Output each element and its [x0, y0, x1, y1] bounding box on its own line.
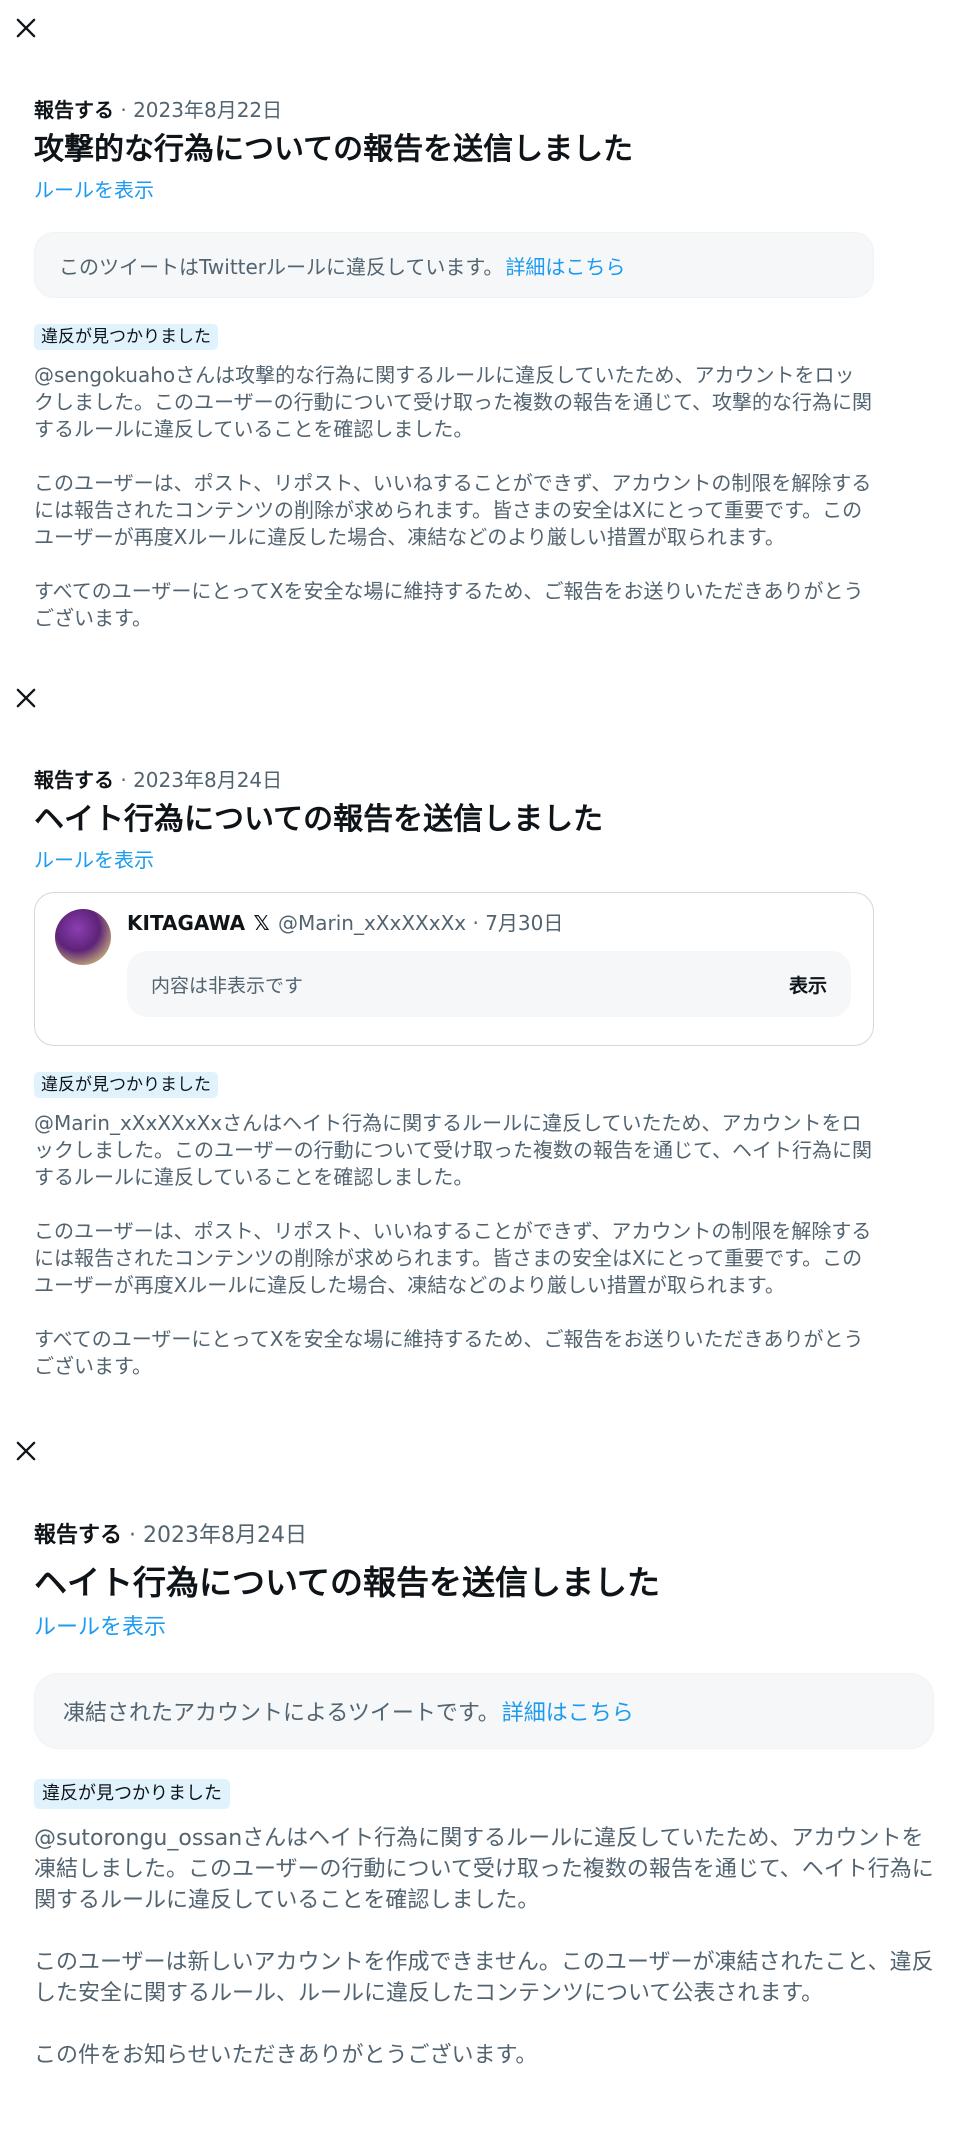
result-paragraph: @sengokuahoさんは攻撃的な行為に関するルールに違反していたため、アカウ…	[34, 363, 872, 441]
result-paragraph: すべてのユーザーにとってXを安全な場に維持するため、ご報告をお送りいただきありが…	[34, 1327, 864, 1378]
tweet-header: KITAGAWA 𝕏 @Marin_xXxXXxXx · 7月30日	[127, 909, 563, 937]
result-paragraph: @sutorongu_ossanさんはヘイト行為に関するルールに違反していたため…	[34, 1826, 934, 1913]
hidden-content-text: 内容は非表示です	[151, 974, 304, 997]
report-label: 報告する	[34, 768, 114, 792]
tweet-date: · 7月30日	[472, 911, 564, 935]
report-meta: 報告する · 2023年8月24日	[34, 1521, 934, 1551]
violation-badge: 違反が見つかりました	[34, 324, 218, 350]
close-icon[interactable]	[12, 1437, 40, 1465]
violation-badge: 違反が見つかりました	[34, 1072, 218, 1098]
view-rules-link[interactable]: ルールを表示	[34, 176, 874, 204]
hidden-content-box: 内容は非表示です 表示	[127, 951, 851, 1017]
notice-text: 凍結されたアカウントによるツイートです。	[63, 1701, 500, 1726]
tweet-notice: このツイートはTwitterルールに違反しています。 詳細はこちら	[34, 232, 874, 298]
report-date: · 2023年8月24日	[120, 768, 283, 792]
view-rules-link[interactable]: ルールを表示	[34, 846, 874, 874]
view-rules-link[interactable]: ルールを表示	[34, 1613, 934, 1643]
report-title: ヘイト行為についての報告を送信しました	[34, 802, 604, 837]
result-paragraph: このユーザーは、ポスト、リポスト、いいねすることができず、アカウントの制限を解除…	[34, 471, 872, 549]
report-date: · 2023年8月22日	[120, 98, 283, 122]
violation-badge: 違反が見つかりました	[34, 1779, 230, 1809]
report-date: · 2023年8月24日	[129, 1523, 307, 1548]
learn-more-link[interactable]: 詳細はこちら	[505, 251, 625, 280]
report-title: 攻撃的な行為についての報告を送信しました	[34, 132, 634, 167]
result-paragraph: この件をお知らせいただきありがとうございます。	[34, 2043, 538, 2068]
tweet-author-handle[interactable]: @Marin_xXxXXxXx	[278, 911, 466, 935]
report-content: 報告する · 2023年8月24日 ヘイト行為についての報告を送信しました ルー…	[34, 1521, 934, 2071]
report-title: ヘイト行為についての報告を送信しました	[34, 1563, 661, 1602]
report-label: 報告する	[34, 1523, 123, 1548]
report-label: 報告する	[34, 98, 114, 122]
result-paragraph: このユーザーは新しいアカウントを作成できません。このユーザーが凍結されたこと、違…	[34, 1950, 934, 2006]
close-icon[interactable]	[12, 14, 40, 42]
notice-text: このツイートはTwitterルールに違反しています。	[59, 254, 504, 279]
result-paragraph: すべてのユーザーにとってXを安全な場に維持するため、ご報告をお送りいただきありが…	[34, 579, 864, 630]
close-icon[interactable]	[12, 684, 40, 712]
tweet-author-name[interactable]: KITAGAWA	[127, 911, 245, 935]
tweet-notice: 凍結されたアカウントによるツイートです。 詳細はこちら	[34, 1673, 934, 1749]
report-content: 報告する · 2023年8月22日 攻撃的な行為についての報告を送信しました ル…	[34, 96, 874, 632]
avatar[interactable]	[55, 909, 111, 965]
result-paragraph: このユーザーは、ポスト、リポスト、いいねすることができず、アカウントの制限を解除…	[34, 1219, 872, 1297]
report-meta: 報告する · 2023年8月24日	[34, 766, 874, 794]
show-content-button[interactable]: 表示	[789, 971, 827, 998]
x-logo-icon: 𝕏	[253, 911, 270, 935]
reported-tweet-card[interactable]: KITAGAWA 𝕏 @Marin_xXxXXxXx · 7月30日 内容は非表…	[34, 892, 874, 1046]
report-content: 報告する · 2023年8月24日 ヘイト行為についての報告を送信しました ルー…	[34, 766, 874, 1380]
result-paragraph: @Marin_xXxXXxXxさんはヘイト行為に関するルールに違反していたため、…	[34, 1111, 872, 1189]
learn-more-link[interactable]: 詳細はこちら	[502, 1695, 634, 1727]
report-meta: 報告する · 2023年8月22日	[34, 96, 874, 124]
